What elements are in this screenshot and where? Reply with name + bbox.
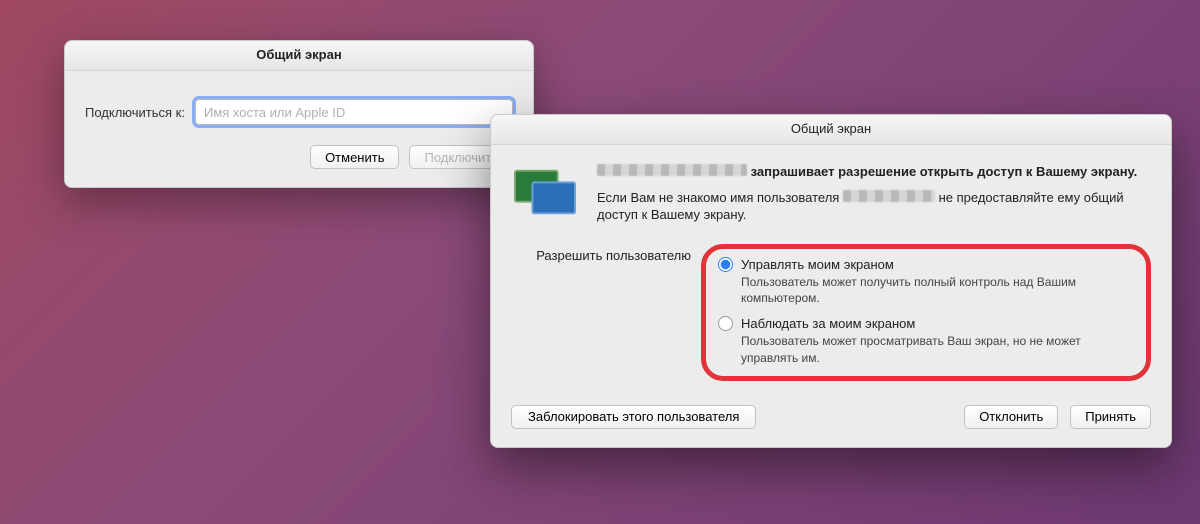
permission-footer: Заблокировать этого пользователя Отклони… [491,381,1171,447]
connect-title: Общий экран [65,41,533,71]
options-highlight: Управлять моим экраном Пользователь може… [701,244,1151,381]
connect-dialog: Общий экран Подключиться к: Отменить Под… [64,40,534,188]
block-user-button[interactable]: Заблокировать этого пользователя [511,405,756,429]
option-observe-title: Наблюдать за моим экраном [741,316,915,331]
headline-suffix: запрашивает разрешение открыть доступ к … [751,164,1138,179]
connect-footer: Отменить Подключить [65,137,533,187]
radio-control[interactable] [718,257,733,272]
screen-share-icon [511,163,581,226]
option-control-title: Управлять моим экраном [741,257,894,272]
permission-title: Общий экран [491,115,1171,145]
permission-body: запрашивает разрешение открыть доступ к … [491,145,1171,226]
option-observe-desc: Пользователь может просматривать Ваш экр… [741,333,1132,365]
option-observe[interactable]: Наблюдать за моим экраном Пользователь м… [718,316,1132,365]
permission-dialog: Общий экран запрашивает разрешение откры… [490,114,1172,448]
redacted-username [597,164,747,176]
decline-button[interactable]: Отклонить [964,405,1058,429]
connect-to-label: Подключиться к: [85,105,185,120]
warn-prefix: Если Вам не знакомо имя пользователя [597,190,839,205]
radio-observe[interactable] [718,316,733,331]
connect-body: Подключиться к: [65,71,533,137]
cancel-button[interactable]: Отменить [310,145,399,169]
permission-warning: Если Вам не знакомо имя пользователя не … [597,189,1151,224]
allow-label: Разрешить пользователю [511,244,691,263]
option-control-desc: Пользователь может получить полный контр… [741,274,1132,306]
host-input[interactable] [195,99,513,125]
allow-row: Разрешить пользователю Управлять моим эк… [491,226,1171,381]
option-control[interactable]: Управлять моим экраном Пользователь може… [718,257,1132,306]
redacted-username-inline [843,190,935,202]
permission-headline: запрашивает разрешение открыть доступ к … [597,163,1151,181]
accept-button[interactable]: Принять [1070,405,1151,429]
permission-text: запрашивает разрешение открыть доступ к … [597,163,1151,226]
